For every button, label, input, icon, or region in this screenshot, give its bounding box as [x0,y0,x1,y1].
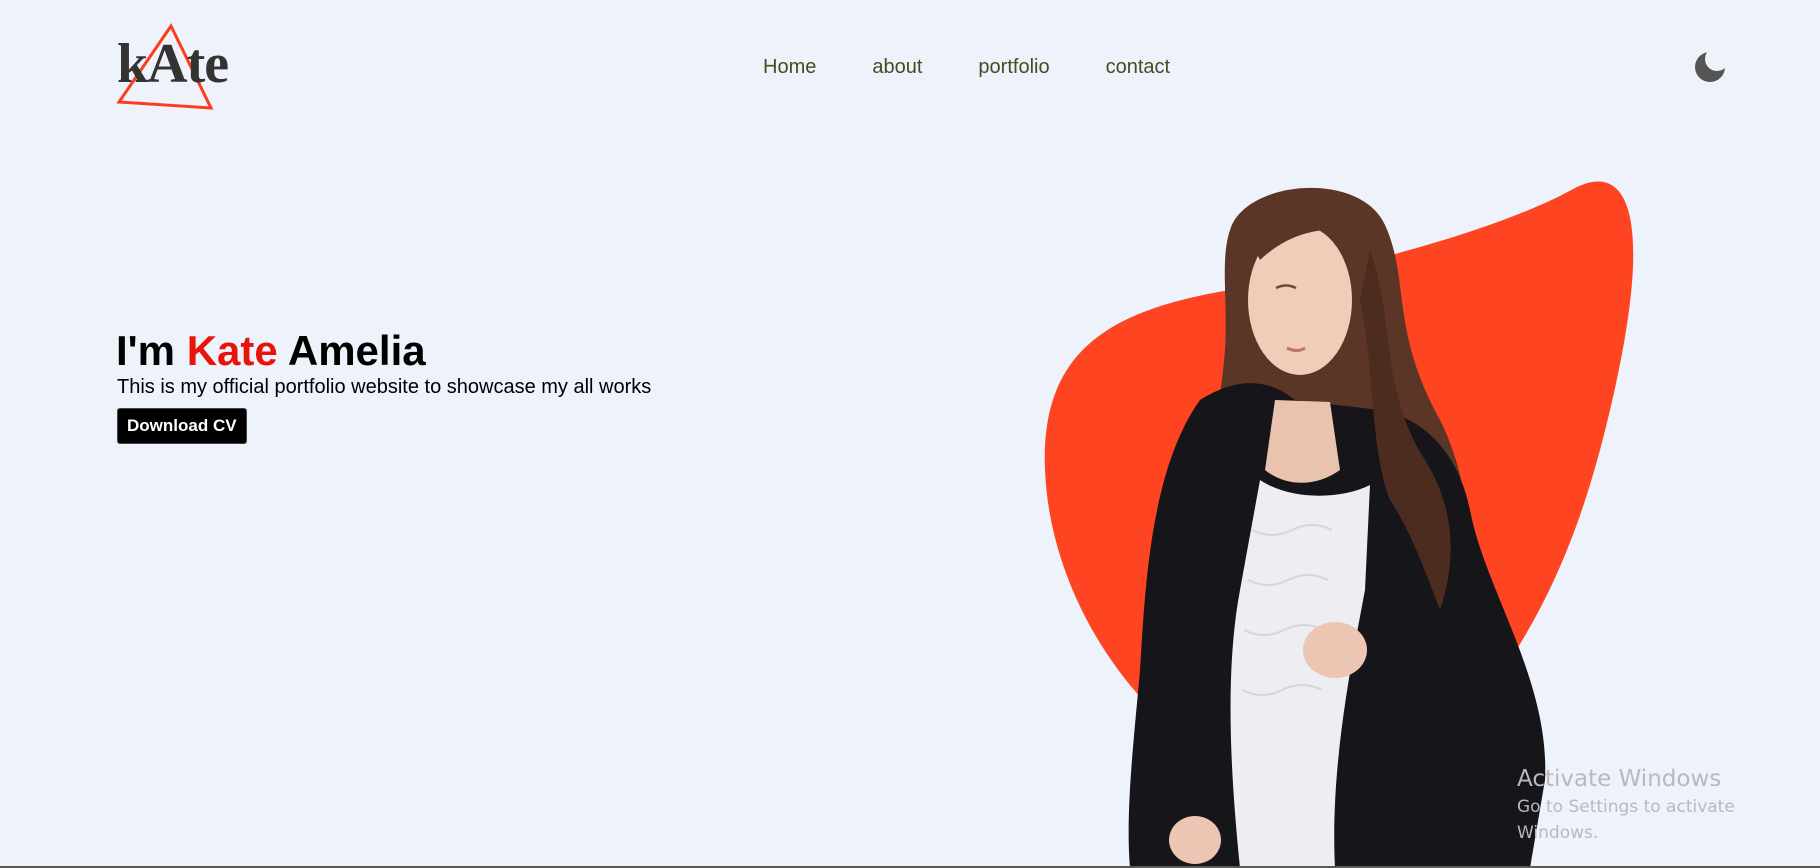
moon-icon [1695,52,1725,82]
theme-toggle-button[interactable] [1694,50,1728,84]
nav-about-link[interactable]: about [872,55,922,79]
logo-text: kAte [117,33,229,95]
watermark-subtitle: Go to Settings to activate Windows. [1517,797,1735,843]
portrait-hand [1303,622,1367,678]
windows-activation-watermark: Activate Windows Go to Settings to activ… [1517,764,1820,846]
hero-subtitle: This is my official portfolio website to… [117,376,652,398]
portrait-lower-hand [1169,816,1221,864]
nav-contact-link[interactable]: contact [1106,55,1170,79]
site-logo[interactable]: kAte [115,22,233,114]
hero-title: I'm Kate Amelia [116,330,426,372]
hero-title-first-name: Kate [186,327,278,374]
nav-home-link[interactable]: Home [763,55,816,79]
watermark-title: Activate Windows [1517,766,1722,792]
hero-title-prefix: I'm [116,327,176,374]
nav-portfolio-link[interactable]: portfolio [978,55,1049,79]
portrait-neck [1265,400,1340,483]
portfolio-page: kAte Home about portfolio contact I'm Ka… [0,0,1820,868]
download-cv-button[interactable]: Download CV [117,408,247,444]
main-nav: Home about portfolio contact [763,55,1170,79]
hero-title-last-name: Amelia [287,327,426,374]
